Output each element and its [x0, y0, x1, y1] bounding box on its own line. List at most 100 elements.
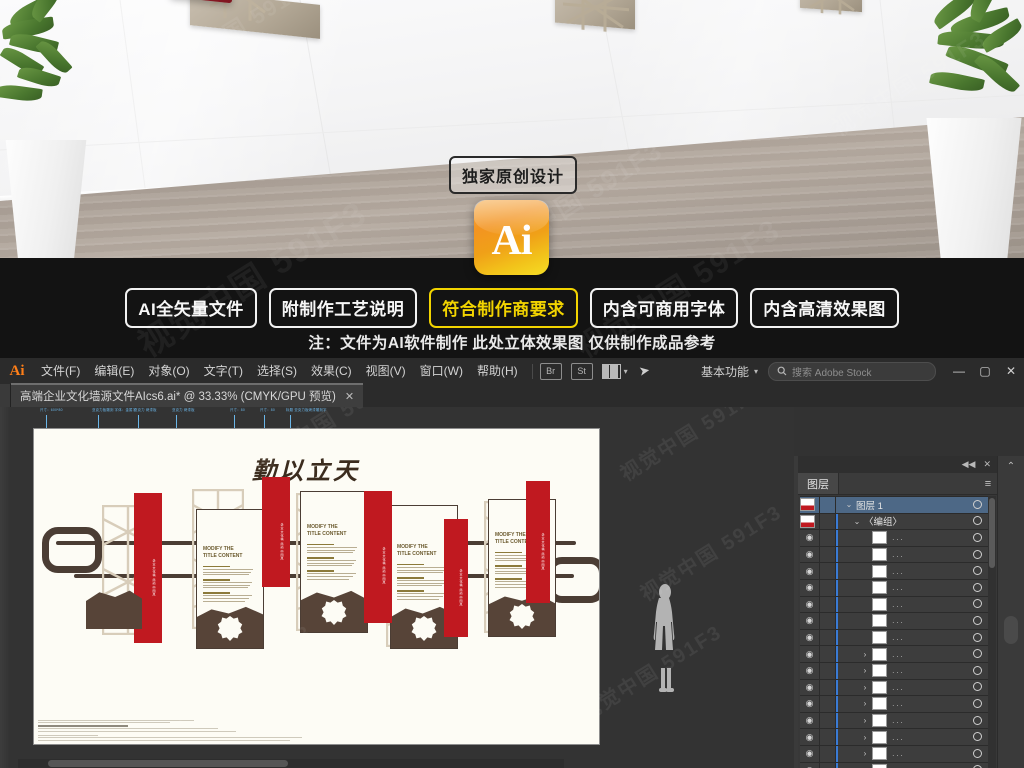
document-tab[interactable]: 高端企业文化墙源文件AIcs6.ai* @ 33.33% (CMYK/GPU 预… — [11, 383, 364, 407]
lock-toggle-cell[interactable] — [819, 762, 836, 768]
lock-toggle-cell[interactable] — [819, 596, 836, 613]
layer-row[interactable]: ◉›... — [800, 696, 988, 713]
layer-row[interactable]: ◉... — [800, 595, 988, 614]
tab-layers[interactable]: 图层 — [798, 473, 839, 494]
layer-row[interactable]: ◉›... — [800, 662, 988, 680]
close-icon[interactable]: ✕ — [345, 390, 354, 403]
layer-target-circle[interactable] — [966, 695, 988, 713]
close-button[interactable]: ✕ — [998, 358, 1024, 384]
lock-toggle-cell[interactable] — [819, 613, 836, 629]
eye-visibility-icon[interactable]: ◉ — [800, 615, 819, 626]
eye-visibility-icon[interactable]: ◉ — [800, 566, 819, 577]
layer-target-circle[interactable] — [966, 497, 988, 514]
menu-edit[interactable]: 编辑(E) — [87, 358, 141, 384]
menu-object[interactable]: 对象(O) — [141, 358, 196, 384]
horizontal-scrollbar[interactable] — [18, 759, 564, 768]
eye-visibility-icon[interactable]: ◉ — [800, 549, 819, 560]
chevron-right-icon[interactable]: › — [858, 666, 872, 675]
layer-target-circle[interactable] — [966, 595, 988, 613]
layer-target-circle[interactable] — [966, 612, 988, 630]
layer-row[interactable]: ◉›... — [800, 712, 988, 730]
maximize-button[interactable]: ▢ — [972, 358, 998, 384]
lock-toggle-cell[interactable] — [819, 579, 836, 596]
layer-target-circle[interactable] — [966, 745, 988, 763]
layer-target-circle[interactable] — [966, 712, 988, 730]
layer-target-circle[interactable] — [966, 678, 988, 696]
chevron-right-icon[interactable]: › — [858, 733, 872, 742]
layer-target-circle[interactable] — [966, 512, 988, 530]
lock-toggle-cell[interactable] — [819, 745, 836, 762]
eye-visibility-icon[interactable]: ◉ — [800, 715, 819, 726]
chevron-down-icon[interactable]: ⌄ — [842, 500, 856, 509]
eye-visibility-icon[interactable]: ◉ — [800, 732, 819, 743]
eye-visibility-icon[interactable]: ◉ — [800, 682, 819, 693]
layer-row[interactable]: ◉⌄〈编组〉 — [800, 512, 988, 531]
lock-toggle-cell[interactable] — [819, 712, 836, 729]
layer-row[interactable]: ◉⌄图层 1 — [800, 497, 988, 514]
lock-toggle-cell[interactable] — [819, 729, 836, 745]
arrange-documents-icon[interactable]: ▾ — [601, 363, 628, 379]
chevron-right-icon[interactable]: › — [858, 699, 872, 708]
eye-visibility-icon[interactable]: ◉ — [800, 698, 819, 709]
eye-visibility-icon[interactable]: ◉ — [800, 632, 819, 643]
bridge-icon[interactable]: Br — [539, 362, 562, 380]
layer-target-circle[interactable] — [966, 761, 988, 768]
eye-visibility-icon[interactable]: ◉ — [800, 532, 819, 543]
layer-target-circle[interactable] — [966, 629, 988, 647]
layers-scrollbar[interactable] — [988, 496, 996, 768]
layer-row[interactable]: ◉... — [800, 629, 988, 647]
dock-side-strip[interactable]: ⌃ — [997, 456, 1024, 768]
eye-visibility-icon[interactable]: ◉ — [800, 582, 819, 593]
lock-toggle-cell[interactable] — [819, 546, 836, 563]
minimize-button[interactable]: — — [946, 358, 972, 384]
layers-scroll-thumb[interactable] — [989, 498, 995, 568]
menu-file[interactable]: 文件(F) — [34, 358, 87, 384]
layer-target-circle[interactable] — [966, 529, 988, 547]
layer-row[interactable]: ◉... — [800, 546, 988, 564]
artboard[interactable]: 勤以立天 MODIFY THE TITLE CONTENT MODIFY THE… — [34, 429, 599, 744]
lock-toggle-cell[interactable] — [819, 662, 836, 679]
panel-menu-icon[interactable]: ≡ — [978, 473, 998, 494]
stock-search-input[interactable]: 搜索 Adobe Stock — [768, 361, 936, 381]
menu-window[interactable]: 窗口(W) — [413, 358, 470, 384]
layer-target-circle[interactable] — [966, 662, 988, 680]
menu-select[interactable]: 选择(S) — [250, 358, 304, 384]
layer-row[interactable]: ◉... — [800, 579, 988, 597]
layer-target-circle[interactable] — [966, 562, 988, 580]
layer-row[interactable]: ◉›... — [800, 761, 988, 768]
collapse-icon[interactable]: ◀◀ — [962, 459, 976, 470]
lock-toggle-cell[interactable] — [819, 629, 836, 646]
eye-visibility-icon[interactable]: ◉ — [800, 649, 819, 660]
lock-toggle-cell[interactable] — [819, 696, 836, 712]
layer-row[interactable]: ◉... — [800, 563, 988, 580]
dock-grabber[interactable] — [1004, 616, 1018, 644]
lock-toggle-cell[interactable] — [819, 646, 836, 662]
menu-help[interactable]: 帮助(H) — [470, 358, 525, 384]
lock-toggle-cell[interactable] — [819, 513, 836, 530]
menu-type[interactable]: 文字(T) — [197, 358, 250, 384]
chevron-right-icon[interactable]: › — [858, 749, 872, 758]
menu-view[interactable]: 视图(V) — [359, 358, 413, 384]
chevron-right-icon[interactable]: › — [858, 650, 872, 659]
layer-row[interactable]: ◉›... — [800, 646, 988, 663]
workspace-switcher[interactable]: 基本功能 ▾ — [701, 363, 758, 380]
layer-row[interactable]: ◉›... — [800, 745, 988, 763]
chevron-down-icon[interactable]: ⌄ — [850, 517, 864, 526]
lock-toggle-cell[interactable] — [819, 497, 836, 513]
canvas[interactable]: 尺寸：600*80 亚克力板雕刻 字体：金属字 亚克力 烤漆板 亚克力 烤漆板 … — [9, 407, 794, 768]
layer-target-circle[interactable] — [966, 546, 988, 564]
layer-row[interactable]: ◉›... — [800, 729, 988, 746]
layer-target-circle[interactable] — [966, 728, 988, 746]
layer-row[interactable]: ◉›... — [800, 678, 988, 697]
layer-row[interactable]: ◉... — [800, 613, 988, 630]
stock-icon[interactable]: St — [570, 362, 593, 380]
close-icon[interactable]: ✕ — [983, 459, 991, 470]
layer-target-circle[interactable] — [966, 579, 988, 597]
lock-toggle-cell[interactable] — [819, 563, 836, 579]
layer-row[interactable]: ◉... — [800, 530, 988, 547]
horizontal-scroll-thumb[interactable] — [48, 760, 288, 767]
eye-visibility-icon[interactable]: ◉ — [800, 665, 819, 676]
layer-target-circle[interactable] — [966, 645, 988, 663]
eye-visibility-icon[interactable]: ◉ — [800, 599, 819, 610]
chevron-up-icon[interactable]: ⌃ — [998, 456, 1024, 472]
